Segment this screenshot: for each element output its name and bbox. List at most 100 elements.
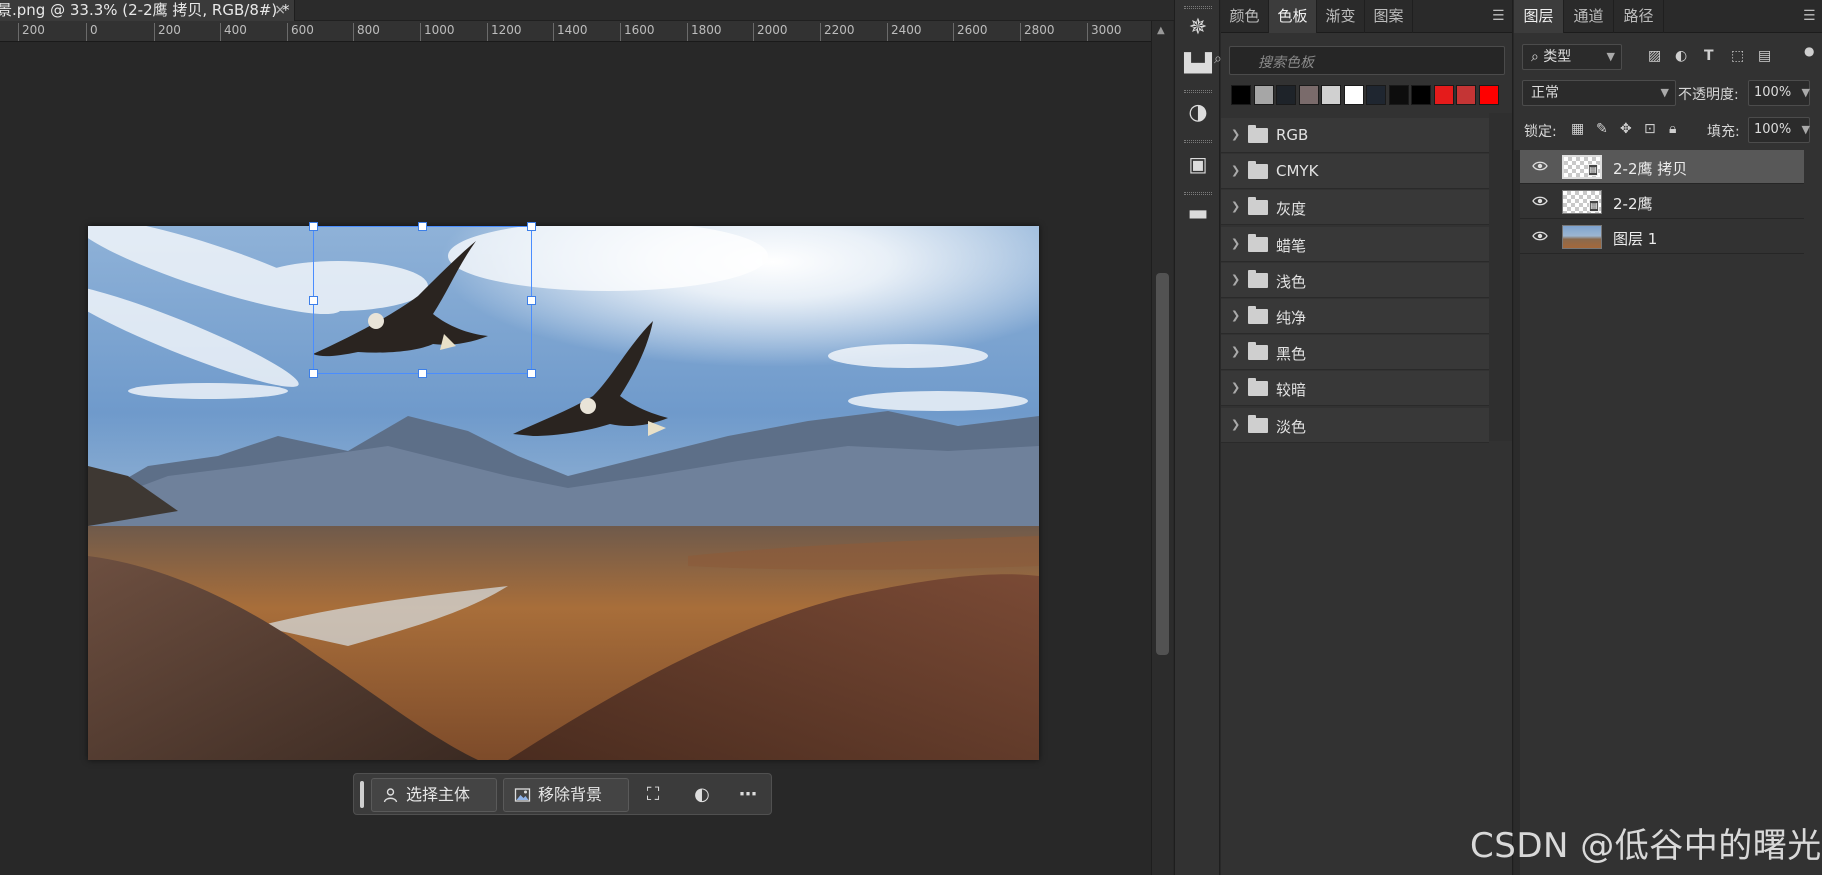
lock-all-icon[interactable]: 🔒︎ bbox=[1669, 121, 1676, 137]
transform-handle-tl[interactable] bbox=[309, 222, 318, 231]
color-swatch[interactable] bbox=[1253, 85, 1274, 105]
landscape-image bbox=[88, 226, 1039, 760]
tab-color[interactable]: 颜色 bbox=[1221, 0, 1269, 33]
swatch-group[interactable]: ❯ CMYK bbox=[1221, 154, 1489, 190]
fill-field[interactable]: 100% ▼ bbox=[1748, 117, 1810, 143]
panel-icon-strip: ✵ ▙▟ ◑ ▣ ▬ bbox=[1174, 0, 1220, 875]
canvas-image[interactable] bbox=[88, 226, 1039, 760]
visibility-eye-icon[interactable] bbox=[1532, 195, 1548, 207]
swatch-group[interactable]: ❯ 纯净 bbox=[1221, 299, 1489, 334]
vertical-scrollbar[interactable]: ▲ bbox=[1151, 21, 1173, 875]
chevron-right-icon[interactable]: ❯ bbox=[1231, 128, 1240, 141]
color-swatch[interactable] bbox=[1478, 85, 1499, 105]
chevron-right-icon[interactable]: ❯ bbox=[1231, 273, 1240, 286]
chevron-right-icon[interactable]: ❯ bbox=[1231, 200, 1240, 213]
blend-mode-select[interactable]: 正常 ▼ bbox=[1522, 80, 1676, 106]
layer-row[interactable]: 图层 1 bbox=[1520, 220, 1804, 254]
swatch-group[interactable]: ❯ 淡色 bbox=[1221, 407, 1489, 443]
transform-handle-bl[interactable] bbox=[309, 369, 318, 378]
histogram-icon[interactable]: ▙▟ bbox=[1182, 48, 1214, 80]
remove-background-button[interactable]: 移除背景 bbox=[503, 778, 629, 812]
swatch-group[interactable]: ❯ 蜡笔 bbox=[1221, 226, 1489, 262]
swatches-scrollbar[interactable] bbox=[1489, 113, 1512, 441]
adjustments-icon[interactable]: ◑ bbox=[1182, 97, 1214, 129]
color-swatch[interactable] bbox=[1456, 85, 1476, 105]
folder-icon bbox=[1248, 125, 1268, 143]
lock-position-icon[interactable]: ✥ bbox=[1620, 121, 1632, 137]
chevron-right-icon[interactable]: ❯ bbox=[1231, 309, 1240, 322]
swatch-group[interactable]: ❯ RGB bbox=[1221, 118, 1489, 153]
visibility-eye-icon[interactable] bbox=[1532, 230, 1548, 242]
lock-label: 锁定: bbox=[1524, 124, 1557, 140]
color-swatch[interactable] bbox=[1433, 85, 1454, 105]
chevron-right-icon[interactable]: ❯ bbox=[1231, 345, 1240, 358]
panel-menu-icon[interactable]: ☰ bbox=[1492, 8, 1505, 24]
color-swatch[interactable] bbox=[1276, 85, 1296, 105]
smart-object-filter-icon[interactable]: ▤ bbox=[1758, 48, 1771, 64]
layer-filter-kind[interactable]: ⌕ 类型 ▼ bbox=[1522, 44, 1622, 70]
lock-image-icon[interactable]: ✎ bbox=[1596, 121, 1608, 137]
transform-selection[interactable] bbox=[309, 222, 536, 378]
swatch-group[interactable]: ❯ 浅色 bbox=[1221, 262, 1489, 298]
color-swatch[interactable] bbox=[1343, 85, 1364, 105]
drag-grip[interactable] bbox=[360, 781, 364, 808]
tab-swatches[interactable]: 色板 bbox=[1269, 0, 1317, 33]
color-swatch[interactable] bbox=[1321, 85, 1341, 105]
libraries-icon[interactable]: ▣ bbox=[1182, 148, 1214, 180]
chevron-right-icon[interactable]: ❯ bbox=[1231, 237, 1240, 250]
tab-paths[interactable]: 路径 bbox=[1614, 0, 1664, 33]
folder-icon bbox=[1248, 269, 1268, 288]
chevron-right-icon[interactable]: ❯ bbox=[1231, 381, 1240, 394]
transform-handle-br[interactable] bbox=[527, 369, 536, 378]
panel-menu-icon[interactable]: ☰ bbox=[1803, 8, 1816, 24]
color-swatch[interactable] bbox=[1411, 85, 1431, 105]
select-subject-label: 选择主体 bbox=[406, 785, 471, 804]
shape-filter-icon[interactable]: ⬚ bbox=[1731, 48, 1744, 64]
ruler-tick-label: 2800 bbox=[1020, 23, 1055, 41]
adjustment-filter-icon[interactable]: ◐ bbox=[1675, 48, 1687, 64]
swatch-group[interactable]: ❯ 黑色 bbox=[1221, 335, 1489, 371]
transform-handle-bm[interactable] bbox=[418, 369, 427, 378]
type-filter-icon[interactable]: T bbox=[1704, 48, 1714, 64]
pixel-filter-icon[interactable]: ▨ bbox=[1648, 48, 1661, 64]
scroll-up-icon[interactable]: ▲ bbox=[1157, 25, 1165, 36]
lock-artboard-icon[interactable]: ⊡ bbox=[1644, 121, 1656, 137]
opacity-field[interactable]: 100% ▼ bbox=[1748, 80, 1810, 106]
layer-row[interactable]: ▤ 2-2鹰 bbox=[1520, 185, 1804, 219]
color-swatch[interactable] bbox=[1366, 85, 1386, 105]
comments-icon[interactable]: ▬ bbox=[1182, 198, 1214, 230]
tab-patterns[interactable]: 图案 bbox=[1365, 0, 1413, 33]
scrollbar-thumb[interactable] bbox=[1156, 273, 1169, 655]
ruler-tick-label: 1400 bbox=[553, 23, 588, 41]
more-options-icon[interactable]: ⋯ bbox=[735, 782, 761, 808]
tab-layers[interactable]: 图层 bbox=[1514, 0, 1564, 33]
transform-handle-ml[interactable] bbox=[309, 296, 318, 305]
layers-panel-tabs: 图层 通道 路径 ☰ bbox=[1514, 0, 1822, 33]
layer-thumbnail: ▤ bbox=[1562, 155, 1602, 179]
swatch-group[interactable]: ❯ 较暗 bbox=[1221, 371, 1489, 407]
transform-handle-tm[interactable] bbox=[418, 222, 427, 231]
adjustment-icon[interactable]: ◐ bbox=[689, 782, 715, 808]
transform-icon[interactable]: ⛶ bbox=[640, 782, 666, 808]
chevron-right-icon[interactable]: ❯ bbox=[1231, 418, 1240, 431]
layer-row[interactable]: ▤ 2-2鹰 拷贝 bbox=[1520, 150, 1804, 184]
color-swatch[interactable] bbox=[1298, 85, 1319, 105]
tab-channels[interactable]: 通道 bbox=[1564, 0, 1614, 33]
document-tab[interactable]: 背景.png @ 33.3% (2-2鹰 拷贝, RGB/8#) * × bbox=[0, 0, 295, 21]
color-swatch[interactable] bbox=[1231, 85, 1251, 105]
color-swatch[interactable] bbox=[1388, 85, 1409, 105]
tab-gradients[interactable]: 渐变 bbox=[1317, 0, 1365, 33]
ruler-tick-label: 400 bbox=[220, 23, 247, 41]
chevron-down-icon: ▼ bbox=[1660, 86, 1669, 99]
transform-handle-mr[interactable] bbox=[527, 296, 536, 305]
chevron-right-icon[interactable]: ❯ bbox=[1231, 164, 1240, 177]
close-tab-icon[interactable]: × bbox=[274, 0, 286, 20]
transform-handle-tr[interactable] bbox=[527, 222, 536, 231]
select-subject-button[interactable]: 选择主体 bbox=[371, 778, 497, 812]
navigator-icon[interactable]: ✵ bbox=[1182, 12, 1214, 44]
visibility-eye-icon[interactable] bbox=[1532, 160, 1548, 172]
lock-transparent-icon[interactable]: ▦ bbox=[1571, 121, 1584, 137]
filter-toggle-icon[interactable]: ● bbox=[1804, 44, 1814, 58]
swatch-group[interactable]: ❯ 灰度 bbox=[1221, 190, 1489, 226]
swatch-search-input[interactable]: ⌕ 搜索色板 bbox=[1214, 46, 1505, 75]
